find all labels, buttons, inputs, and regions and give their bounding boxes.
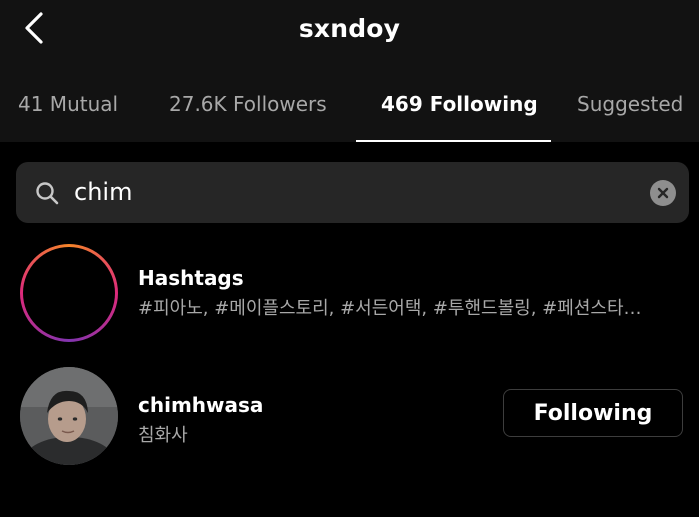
hashtags-subtitle: #피아노, #메이플스토리, #서든어택, #투핸드볼링, #페션스타… — [138, 298, 642, 319]
tab-following[interactable]: 469 Following — [381, 92, 538, 116]
clear-icon — [657, 187, 669, 199]
hashtags-title: Hashtags — [138, 266, 244, 290]
search-bar — [16, 162, 689, 223]
top-bar: sxndoy — [0, 0, 699, 62]
tab-suggested[interactable]: Suggested — [577, 92, 683, 116]
tab-bar: 41 Mutual 27.6K Followers 469 Following … — [0, 62, 699, 142]
hashtag-avatar — [20, 244, 118, 342]
avatar — [20, 367, 118, 465]
tab-followers[interactable]: 27.6K Followers — [169, 92, 327, 116]
tab-mutual[interactable]: 41 Mutual — [18, 92, 118, 116]
profile-photo — [20, 367, 118, 465]
display-name: 침화사 — [138, 425, 188, 446]
following-button[interactable]: Following — [503, 389, 683, 437]
active-tab-indicator — [356, 140, 551, 142]
clear-search-button[interactable] — [650, 180, 676, 206]
hashtag-avatar-inner — [23, 247, 115, 339]
username: chimhwasa — [138, 393, 264, 417]
hashtag-icon — [50, 270, 88, 316]
search-icon — [36, 182, 59, 205]
page-title: sxndoy — [298, 14, 401, 43]
search-input[interactable] — [74, 172, 634, 212]
